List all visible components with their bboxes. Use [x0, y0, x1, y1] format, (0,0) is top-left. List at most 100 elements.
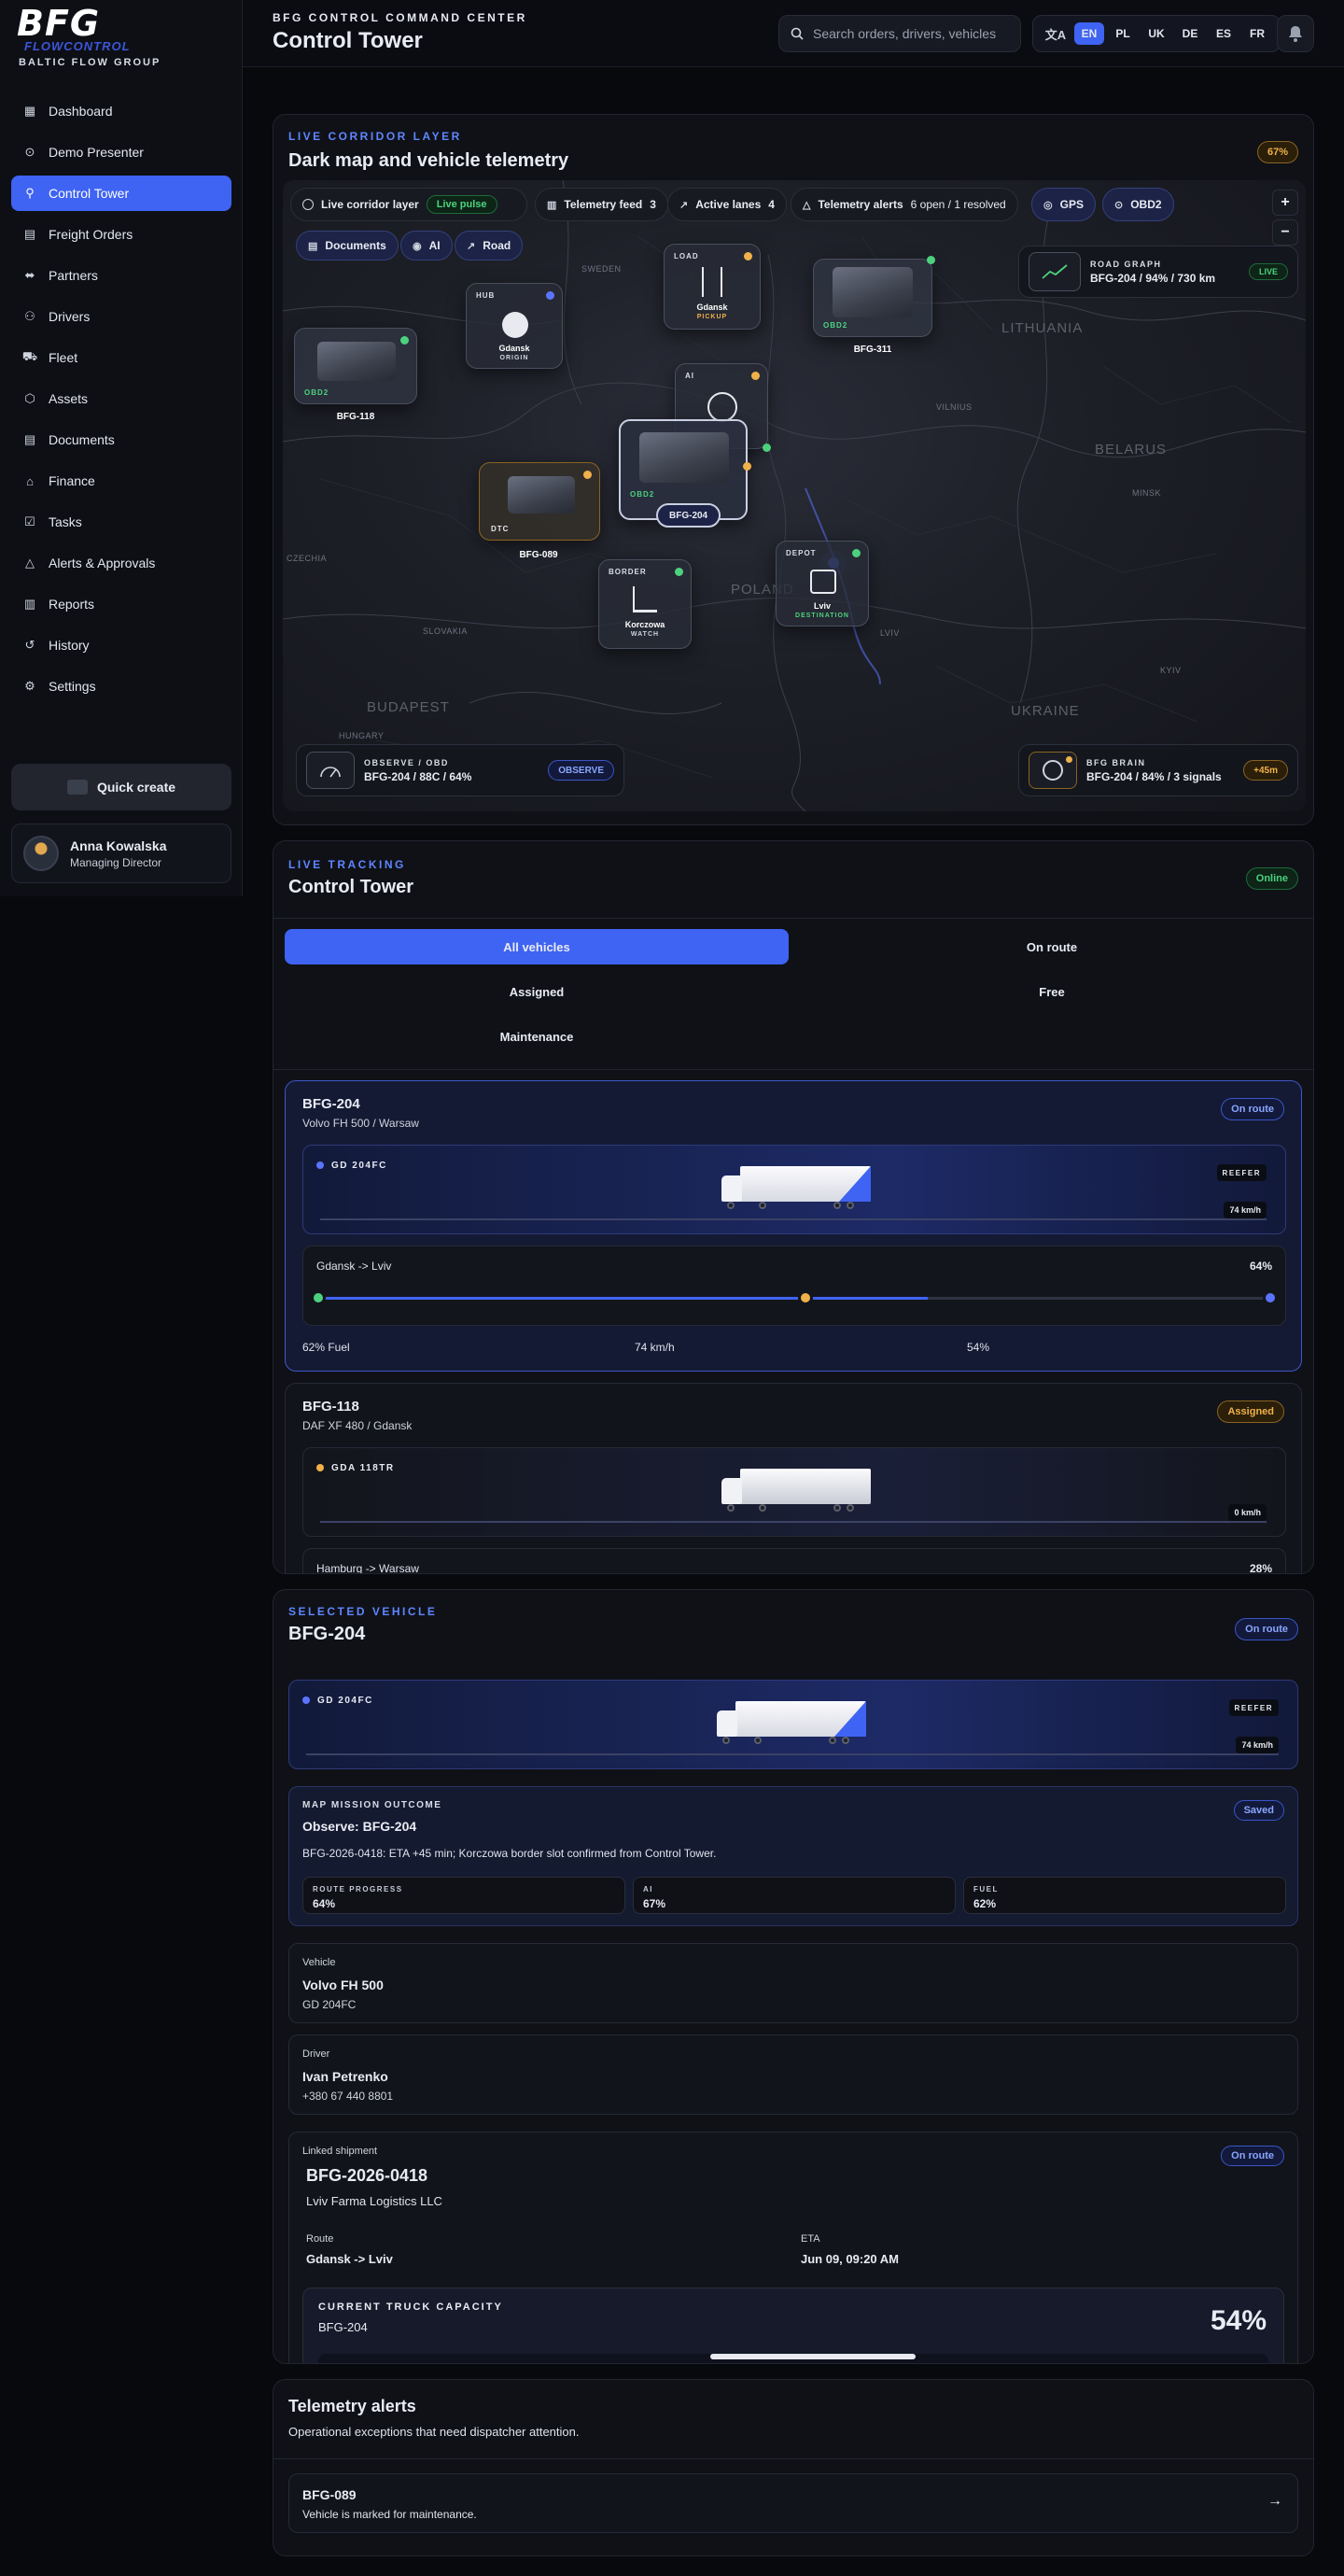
sidebar-item-reports[interactable]: ▥ Reports	[11, 586, 231, 622]
cube-icon: ⬡	[24, 391, 35, 405]
telemetry-feed-label: Telemetry feed	[564, 198, 643, 211]
road-graph-panel[interactable]: ROAD GRAPH BFG-204 / 94% / 730 km LIVE	[1018, 246, 1298, 298]
sidebar-item-documents[interactable]: ▤ Documents	[11, 422, 231, 457]
brand-logo[interactable]: BFG FLOWCONTROL BALTIC FLOW GROUP	[17, 6, 203, 71]
sidebar-item-finance[interactable]: ⌂ Finance	[11, 463, 231, 499]
notifications-button[interactable]	[1277, 15, 1314, 52]
sidebar-item-label: Documents	[49, 432, 115, 447]
sidebar-item-control-tower[interactable]: ⚲ Control Tower	[11, 176, 231, 211]
bfg-brain-panel[interactable]: BFG BRAIN BFG-204 / 84% / 3 signals +45m	[1018, 744, 1298, 796]
hub-node[interactable]: HUB Gdansk ORIGIN	[466, 283, 563, 369]
observe-value: BFG-204 / 88C / 64%	[364, 769, 472, 783]
vehicle-marker-bfg-089[interactable]: DTC	[479, 462, 600, 541]
screen-icon	[66, 780, 88, 795]
sidebar-item-settings[interactable]: ⚙ Settings	[11, 669, 231, 704]
alert-item[interactable]: BFG-089 Vehicle is marked for maintenanc…	[288, 2473, 1298, 2533]
live-tracking-card: LIVE TRACKING Control Tower Online All v…	[273, 840, 1314, 1574]
quick-create-button[interactable]: Quick create	[11, 764, 231, 810]
route-progress-box: Hamburg -> Warsaw 28%	[302, 1548, 1286, 1573]
vehicle-card-bfg-204[interactable]: BFG-204 Volvo FH 500 / Warsaw On route G…	[285, 1080, 1302, 1372]
obd-icon: ⊙	[1114, 199, 1124, 211]
telemetry-alerts-chip[interactable]: △ Telemetry alerts 6 open / 1 resolved	[791, 188, 1018, 221]
gps-toggle[interactable]: ◎ GPS	[1031, 188, 1096, 221]
sidebar-item-drivers[interactable]: ⚇ Drivers	[11, 299, 231, 334]
corridor-map[interactable]: POLAND UKRAINE BELARUS LITHUANIA BUDAPES…	[283, 180, 1306, 811]
vehicle-card-bfg-118[interactable]: BFG-118 DAF XF 480 / Gdansk Assigned GDA…	[285, 1383, 1302, 1573]
depot-tag: DEPOT	[786, 549, 817, 557]
mission-text: BFG-2026-0418: ETA +45 min; Korczowa bor…	[302, 1847, 717, 1860]
alert-vehicle-id: BFG-089	[302, 2487, 357, 2502]
user-profile[interactable]: Anna Kowalska Managing Director	[11, 823, 231, 883]
filter-all-vehicles[interactable]: All vehicles	[285, 929, 789, 964]
obd-tag: OBD2	[630, 490, 655, 499]
filter-assigned[interactable]: Assigned	[285, 974, 789, 1009]
brain-value: BFG-204 / 84% / 3 signals	[1086, 769, 1222, 783]
border-name: Korczowa	[624, 620, 665, 629]
depot-node[interactable]: DEPOT Lviv DESTINATION	[776, 541, 869, 626]
obd2-toggle[interactable]: ⊙ OBD2	[1102, 188, 1174, 221]
header-eyebrow: BFG CONTROL COMMAND CENTER	[273, 11, 527, 24]
mission-stat-fuel: FUEL 62%	[963, 1877, 1286, 1914]
map-label-slovakia: SLOVAKIA	[423, 626, 468, 636]
search-input[interactable]: Search orders, drivers, vehicles	[813, 26, 996, 41]
sidebar-item-alerts-approvals[interactable]: △ Alerts & Approvals	[11, 545, 231, 581]
sidebar-item-partners[interactable]: ⬌ Partners	[11, 258, 231, 293]
vehicle-marker-bfg-118[interactable]: OBD2	[294, 328, 417, 404]
search-icon	[791, 27, 804, 40]
zoom-out-button[interactable]: −	[1272, 219, 1298, 246]
driver-phone[interactable]: +380 67 440 8801	[302, 2090, 393, 2103]
border-sub: WATCH	[630, 631, 660, 638]
vehicle-label-bfg-311: BFG-311	[853, 345, 892, 355]
ai-layer-toggle[interactable]: ◉ AI	[400, 231, 453, 260]
sidebar-item-demo-presenter[interactable]: ⊙ Demo Presenter	[11, 134, 231, 170]
road-layer-toggle[interactable]: ↗ Road	[455, 231, 524, 260]
brain-icon	[1029, 752, 1077, 789]
sidebar-item-label: Demo Presenter	[49, 145, 144, 160]
language-de[interactable]: DE	[1175, 22, 1205, 45]
language-uk[interactable]: UK	[1141, 22, 1171, 45]
sidebar-item-tasks[interactable]: ☑ Tasks	[11, 504, 231, 540]
sidebar-item-fleet[interactable]: ⛟ Fleet	[11, 340, 231, 375]
sidebar-item-label: Drivers	[49, 309, 91, 324]
filter-on-route[interactable]: On route	[800, 929, 1304, 964]
clipboard-icon: ▤	[23, 227, 36, 241]
gps-label: GPS	[1059, 198, 1084, 211]
sidebar-item-freight-orders[interactable]: ▤ Freight Orders	[11, 217, 231, 252]
language-es[interactable]: ES	[1209, 22, 1239, 45]
vehicle-info-panel: Vehicle Volvo FH 500 GD 204FC	[288, 1943, 1298, 2023]
language-en[interactable]: EN	[1074, 22, 1104, 45]
arrow-right-icon[interactable]: →	[1267, 2493, 1282, 2510]
route-progress-box: Gdansk -> Lviv 64%	[302, 1246, 1286, 1326]
brain-label: BFG BRAIN	[1086, 757, 1146, 767]
page-title: Control Tower	[273, 28, 423, 53]
user-role: Managing Director	[70, 855, 162, 869]
sidebar-item-history[interactable]: ↺ History	[11, 627, 231, 663]
language-pl[interactable]: PL	[1108, 22, 1138, 45]
map-label-minsk: MINSK	[1132, 488, 1162, 498]
mission-saved-badge: Saved	[1233, 1800, 1284, 1821]
documents-layer-toggle[interactable]: ▤ Documents	[296, 231, 399, 260]
live-layer-toggle[interactable]: Live corridor layer Live pulse	[290, 188, 527, 221]
topbar: BFG CONTROL COMMAND CENTER Control Tower…	[243, 0, 1344, 67]
zoom-in-button[interactable]: +	[1272, 190, 1298, 216]
load-node[interactable]: LOAD Gdansk PICKUP	[664, 244, 761, 330]
grid-icon: ▦	[23, 104, 36, 118]
language-fr[interactable]: FR	[1242, 22, 1272, 45]
vehicle-marker-bfg-311[interactable]: OBD2	[813, 256, 935, 337]
vehicle-model: Volvo FH 500 / Warsaw	[302, 1117, 419, 1130]
border-node[interactable]: BORDER Korczowa WATCH	[598, 559, 692, 649]
active-lanes-chip[interactable]: ↗ Active lanes 4	[667, 188, 787, 221]
search-field[interactable]: Search orders, drivers, vehicles	[778, 15, 1021, 52]
map-label-belarus: BELARUS	[1095, 442, 1168, 457]
chart-line-icon	[1029, 252, 1081, 291]
map-title: Dark map and vehicle telemetry	[288, 150, 569, 171]
filter-maintenance[interactable]: Maintenance	[285, 1019, 789, 1054]
filter-free[interactable]: Free	[800, 974, 1304, 1009]
linked-shipment-panel[interactable]: Linked shipment On route BFG-2026-0418 L…	[288, 2132, 1298, 2363]
telemetry-feed-chip[interactable]: ▥ Telemetry feed 3	[535, 188, 668, 221]
truck-icon	[317, 342, 396, 381]
sidebar-item-assets[interactable]: ⬡ Assets	[11, 381, 231, 416]
observe-obd-panel[interactable]: OBSERVE / OBD BFG-204 / 88C / 64% OBSERV…	[296, 744, 624, 796]
sidebar-item-dashboard[interactable]: ▦ Dashboard	[11, 93, 231, 129]
vehicle-label-bfg-204: BFG-204	[656, 503, 721, 528]
